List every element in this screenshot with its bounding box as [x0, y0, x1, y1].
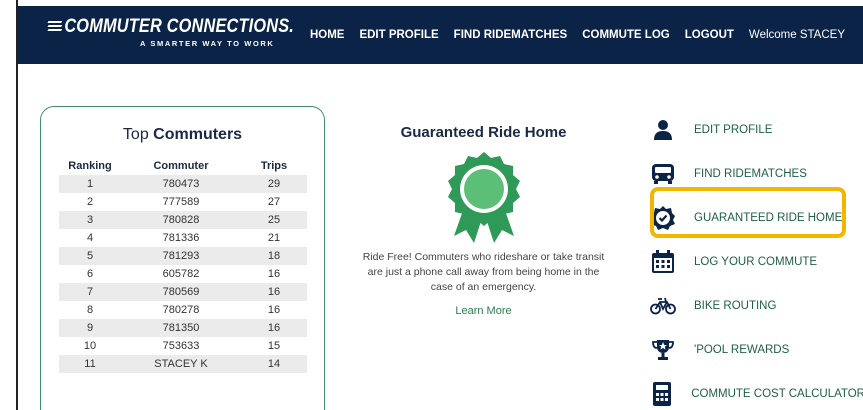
commuter-cell: 777589: [162, 196, 200, 208]
award-ribbon-icon: [447, 152, 520, 243]
welcome-text: Welcome STACEY: [748, 29, 845, 41]
commuter-cell: 780828: [121, 211, 241, 229]
trips-cell: 16: [241, 319, 307, 337]
menu-item-find-ridematches[interactable]: FIND RIDEMATCHES: [650, 152, 863, 196]
trips-cell: 27: [267, 196, 281, 208]
rank-cell: 1: [59, 175, 121, 193]
commuter-connections-logo[interactable]: COMMUTER CONNECTIONS. A SMARTER WAY TO W…: [47, 16, 334, 48]
nav-home[interactable]: HOME: [310, 29, 345, 41]
table-header-row: Ranking Commuter Trips: [59, 157, 307, 175]
trips-cell: 16: [267, 304, 281, 316]
table-row: 10 753633 15: [59, 337, 307, 355]
trips-cell: 21: [267, 232, 281, 244]
logo-tagline: A SMARTER WAY TO WORK: [140, 39, 275, 48]
table-row: 6 605782 16: [59, 265, 307, 283]
menu-label: BIKE ROUTING: [694, 300, 777, 312]
top-commuters-card: Top Commuters Ranking Commuter Trips 1 78…: [40, 106, 325, 410]
menu-label: EDIT PROFILE: [694, 124, 773, 136]
trips-cell: 18: [241, 247, 307, 265]
calendar-icon: [650, 249, 676, 275]
column-header-trips: Trips: [260, 160, 288, 172]
top-commuters-title: Top Commuters: [122, 126, 243, 143]
table-row: 11 STACEY K 14: [59, 355, 307, 373]
logo-title: COMMUTER CONNECTIONS.: [64, 16, 294, 37]
table-row: 2 777589 27: [59, 193, 307, 211]
trips-cell: 15: [267, 340, 281, 352]
rank-cell: 2: [86, 196, 94, 208]
rank-cell: 3: [59, 211, 121, 229]
bus-icon: [650, 161, 676, 187]
table-row: 1 780473 29: [59, 175, 307, 193]
menu-item-pool-rewards[interactable]: 'POOL REWARDS: [650, 328, 863, 372]
trips-cell: 25: [241, 211, 307, 229]
top-commuters-table: Ranking Commuter Trips 1 780473 29 2 777589…: [59, 157, 307, 373]
table-row: 3 780828 25: [59, 211, 307, 229]
guaranteed-ride-home-section: Guaranteed Ride Home Ride Free! Commuter…: [356, 124, 611, 319]
main-nav: HOME EDIT PROFILE FIND RIDEMATCHES COMMU…: [310, 6, 845, 64]
guaranteed-ride-home-description: Ride Free! Commuters who rideshare or ta…: [362, 251, 605, 293]
column-header-commuter: Commuter: [153, 160, 209, 172]
top-navigation-bar: COMMUTER CONNECTIONS. A SMARTER WAY TO W…: [18, 6, 863, 64]
rank-cell: 6: [86, 268, 94, 280]
table-row: 4 781336 21: [59, 229, 307, 247]
menu-item-commute-cost-calculator[interactable]: COMMUTE COST CALCULATOR: [650, 372, 863, 410]
commuter-cell: 781350: [121, 319, 241, 337]
menu-item-bike-routing[interactable]: BIKE ROUTING: [650, 284, 863, 328]
trips-cell: 16: [241, 283, 307, 301]
menu-item-edit-profile[interactable]: EDIT PROFILE: [650, 108, 863, 152]
logo-stripes-icon: [47, 20, 63, 34]
table-row: 5 781293 18: [59, 247, 307, 265]
menu-item-guaranteed-ride-home[interactable]: GUARANTEED RIDE HOME: [650, 196, 863, 240]
table-row: 7 780569 16: [59, 283, 307, 301]
rank-cell: 11: [59, 355, 121, 373]
rank-cell: 7: [59, 283, 121, 301]
page: COMMUTER CONNECTIONS. A SMARTER WAY TO W…: [16, 0, 863, 410]
nav-commute-log[interactable]: COMMUTE LOG: [582, 29, 670, 41]
commuter-cell: 781336: [162, 232, 200, 244]
rank-cell: 5: [59, 247, 121, 265]
commuter-cell: 605782: [162, 268, 200, 280]
menu-label: COMMUTE COST CALCULATOR: [691, 388, 863, 400]
nav-logout[interactable]: LOGOUT: [685, 29, 734, 41]
menu-label: GUARANTEED RIDE HOME: [694, 212, 843, 224]
menu-item-log-your-commute[interactable]: LOG YOUR COMMUTE: [650, 240, 863, 284]
column-header-ranking: Ranking: [68, 160, 112, 172]
bicycle-icon: [650, 293, 676, 319]
table-row: 9 781350 16: [59, 319, 307, 337]
table-row: 8 780278 16: [59, 301, 307, 319]
trips-cell: 14: [241, 355, 307, 373]
menu-label: LOG YOUR COMMUTE: [694, 256, 818, 268]
calculator-icon: [650, 381, 673, 407]
person-icon: [650, 117, 676, 143]
guaranteed-ride-home-title: Guaranteed Ride Home: [400, 124, 567, 141]
rank-cell: 8: [86, 304, 94, 316]
commuter-cell: 753633: [162, 340, 200, 352]
rank-cell: 10: [83, 340, 97, 352]
rank-cell: 4: [86, 232, 94, 244]
commuter-cell: STACEY K: [121, 355, 241, 373]
menu-label: 'POOL REWARDS: [694, 344, 790, 356]
quick-links-menu: EDIT PROFILE FIND RIDEMATCHES GUARANTEED…: [650, 108, 863, 410]
trips-cell: 16: [267, 268, 281, 280]
commuter-cell: 780278: [162, 304, 200, 316]
nav-edit-profile[interactable]: EDIT PROFILE: [359, 29, 438, 41]
nav-find-ridematches[interactable]: FIND RIDEMATCHES: [454, 29, 568, 41]
trophy-icon: [650, 337, 676, 363]
commuter-cell: 781293: [121, 247, 241, 265]
menu-label: FIND RIDEMATCHES: [694, 168, 807, 180]
trips-cell: 29: [241, 175, 307, 193]
commuter-cell: 780569: [121, 283, 241, 301]
badge-check-icon: [650, 205, 676, 231]
commuter-cell: 780473: [121, 175, 241, 193]
rank-cell: 9: [59, 319, 121, 337]
learn-more-link[interactable]: Learn More: [455, 305, 511, 317]
